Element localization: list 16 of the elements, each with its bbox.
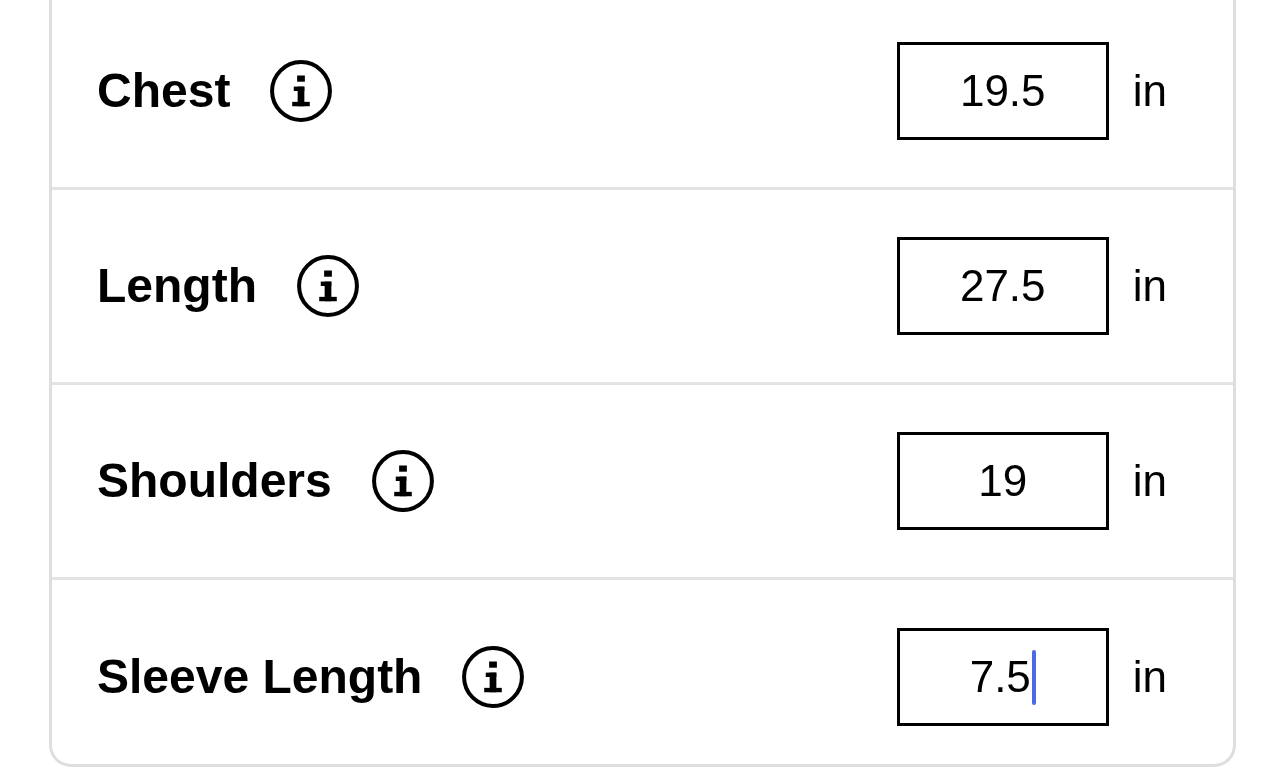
field-label: Length — [97, 259, 257, 313]
unit-label: in — [1132, 456, 1167, 506]
unit-label: in — [1132, 261, 1167, 311]
info-icon[interactable] — [371, 450, 434, 512]
field-label: Sleeve Length — [97, 650, 423, 704]
input-field[interactable]: 19 — [896, 432, 1109, 530]
info-icon[interactable] — [462, 646, 525, 708]
field-label: Chest — [97, 64, 231, 118]
info-icon[interactable] — [270, 60, 333, 122]
info-icon[interactable] — [296, 255, 359, 317]
input-field[interactable]: 19.5 — [896, 42, 1109, 140]
field-label: Shoulders — [97, 454, 332, 508]
unit-label: in — [1132, 66, 1167, 116]
input-field[interactable]: 7.5 — [896, 628, 1109, 726]
unit-label: in — [1132, 652, 1167, 702]
input-field[interactable]: 27.5 — [896, 237, 1109, 335]
